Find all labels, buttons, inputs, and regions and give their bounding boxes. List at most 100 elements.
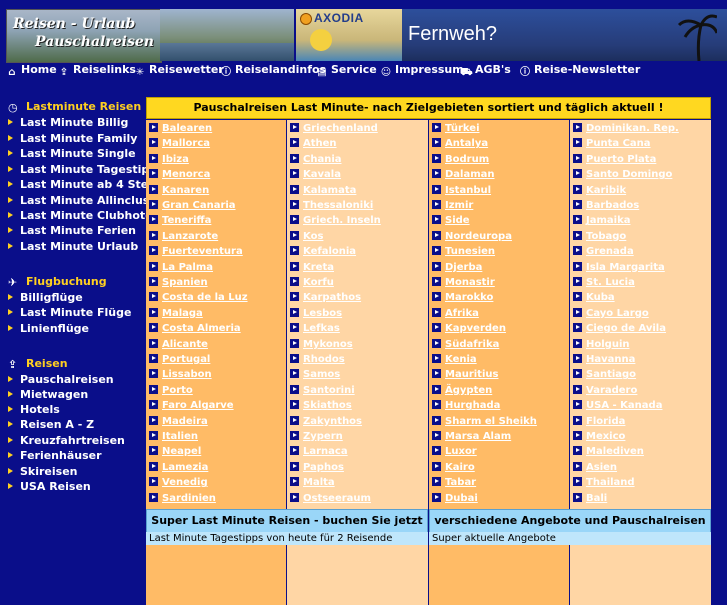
destination-link[interactable]: USA - Kanada xyxy=(573,400,662,411)
sidebar-section-reisen[interactable]: ⇪ Reisen xyxy=(8,357,68,371)
sidebar-item-last-minute-single[interactable]: Last Minute Single xyxy=(8,147,136,160)
aktuelle-angebote-text[interactable]: Super aktuelle Angebote xyxy=(429,532,711,545)
destination-link[interactable]: Rhodos xyxy=(290,354,345,365)
destination-link[interactable]: Gran Canaria xyxy=(149,200,236,211)
destination-link[interactable]: Kalamata xyxy=(290,184,356,196)
destination-link[interactable]: Tobago xyxy=(573,230,626,242)
destination-link[interactable]: Antalya xyxy=(432,138,488,149)
destination-link[interactable]: Tabar xyxy=(432,477,476,488)
destination-link[interactable]: Kreta xyxy=(290,261,334,273)
destination-link[interactable]: Kairo xyxy=(432,461,475,473)
destination-link[interactable]: Ägypten xyxy=(432,384,492,396)
destination-link[interactable]: Marokko xyxy=(432,292,493,303)
destination-link[interactable]: Zypern xyxy=(290,431,343,442)
destination-link[interactable]: Santorini xyxy=(290,384,355,396)
angebote-heading[interactable]: verschiedene Angebote und Pauschalreisen xyxy=(429,509,711,533)
sidebar-section-lastminute-reisen[interactable]: ◷ Lastminute Reisen xyxy=(8,100,141,114)
nav-service[interactable]: ▤ Service xyxy=(316,63,376,79)
nav-reiselandinfos[interactable]: ⓘ Reiselandinfos xyxy=(220,63,326,79)
destination-link[interactable]: Luxor xyxy=(432,446,477,457)
destination-link[interactable]: Lamezia xyxy=(149,461,208,473)
destination-link[interactable]: Jamaika xyxy=(573,215,630,226)
destination-link[interactable]: Chania xyxy=(290,153,342,165)
destination-link[interactable]: Thailand xyxy=(573,477,635,488)
destination-link[interactable]: Lissabon xyxy=(149,369,212,380)
sidebar-item-ferienh-user[interactable]: Ferienhäuser xyxy=(8,449,102,462)
destination-link[interactable]: Kos xyxy=(290,230,323,242)
destination-link[interactable]: Kenia xyxy=(432,354,477,365)
destination-link[interactable]: Varadero xyxy=(573,384,637,396)
site-logo[interactable]: Reisen - Urlaub Pauschalreisen xyxy=(6,9,162,63)
destination-link[interactable]: Paphos xyxy=(290,461,344,473)
destination-link[interactable]: Kuba xyxy=(573,292,615,303)
destination-link[interactable]: Türkei xyxy=(432,123,480,134)
nav-reise-newsletter[interactable]: ⓘ Reise-Newsletter xyxy=(519,63,640,79)
destination-link[interactable]: Cayo Largo xyxy=(573,307,649,319)
destination-link[interactable]: Lefkas xyxy=(290,323,340,334)
nav-reiselinks[interactable]: ⇪ Reiselinks xyxy=(58,63,136,79)
destination-link[interactable]: Lesbos xyxy=(290,307,342,319)
destination-link[interactable]: Dominikan. Rep. xyxy=(573,123,679,134)
destination-link[interactable]: Hurghada xyxy=(432,400,500,411)
sidebar-item-last-minute-billig[interactable]: Last Minute Billig xyxy=(8,116,128,129)
destination-link[interactable]: Costa de la Luz xyxy=(149,292,248,303)
sidebar-item-pauschalreisen[interactable]: Pauschalreisen xyxy=(8,373,114,386)
nav-home[interactable]: ⌂ Home xyxy=(6,63,56,79)
destination-link[interactable]: Kapverden xyxy=(432,323,506,334)
destination-link[interactable]: Athen xyxy=(290,138,337,149)
nav-reisewetter[interactable]: ✳ Reisewetter xyxy=(134,63,224,79)
destination-link[interactable]: Marsa Alam xyxy=(432,431,511,442)
sidebar-item-hotels[interactable]: Hotels xyxy=(8,403,60,416)
sidebar-item-last-minute-allinclusive[interactable]: Last Minute Allinclusive xyxy=(8,194,168,207)
destination-link[interactable]: Thessaloniki xyxy=(290,200,373,211)
destination-link[interactable]: Korfu xyxy=(290,277,334,288)
destination-link[interactable]: Mallorca xyxy=(149,138,210,149)
destination-link[interactable]: Balearen xyxy=(149,123,212,134)
destination-link[interactable]: Isla Margarita xyxy=(573,261,665,273)
sidebar-item-last-minute-family[interactable]: Last Minute Family xyxy=(8,132,137,145)
destination-link[interactable]: La Palma xyxy=(149,261,213,273)
sidebar-item-last-minute-tagestipps[interactable]: Last Minute Tagestipps xyxy=(8,163,164,176)
destination-link[interactable]: Malediven xyxy=(573,446,644,457)
destination-link[interactable]: Kefalonia xyxy=(290,246,356,257)
destination-link[interactable]: Santiago xyxy=(573,369,636,380)
destination-link[interactable]: Barbados xyxy=(573,200,639,211)
destination-link[interactable]: Larnaca xyxy=(290,446,348,457)
sidebar-item-last-minute-urlaub[interactable]: Last Minute Urlaub xyxy=(8,240,138,253)
destination-link[interactable]: Malaga xyxy=(149,307,203,319)
destination-link[interactable]: Menorca xyxy=(149,169,210,180)
destination-link[interactable]: Fuerteventura xyxy=(149,246,243,257)
sidebar-item-last-minute-ferien[interactable]: Last Minute Ferien xyxy=(8,224,136,237)
destination-link[interactable]: Asien xyxy=(573,461,617,473)
destination-link[interactable]: Karpathos xyxy=(290,292,361,303)
destination-link[interactable]: Madeira xyxy=(149,415,208,427)
sidebar-item-billigfl-ge[interactable]: Billigflüge xyxy=(8,291,83,304)
destination-link[interactable]: Sardinien xyxy=(149,492,216,504)
destination-link[interactable]: Holguin xyxy=(573,338,630,350)
destination-link[interactable]: Zakynthos xyxy=(290,415,362,427)
destination-link[interactable]: Sharm el Sheikh xyxy=(432,415,537,427)
destination-link[interactable]: Side xyxy=(432,215,470,226)
destination-link[interactable]: Teneriffa xyxy=(149,215,211,226)
destination-link[interactable]: Istanbul xyxy=(432,184,491,196)
destination-link[interactable]: Dubai xyxy=(432,492,478,504)
destination-link[interactable]: Skiathos xyxy=(290,400,352,411)
destination-link[interactable]: Monastir xyxy=(432,277,495,288)
destination-link[interactable]: Punta Cana xyxy=(573,138,651,149)
destination-link[interactable]: Venedig xyxy=(149,477,208,488)
destination-link[interactable]: Mykonos xyxy=(290,338,353,350)
destination-link[interactable]: Griech. Inseln xyxy=(290,215,381,226)
destination-link[interactable]: Griechenland xyxy=(290,123,378,134)
sidebar-item-last-minute-ab-4-sterne[interactable]: Last Minute ab 4 Sterne xyxy=(8,178,169,191)
destination-link[interactable]: Nordeuropa xyxy=(432,230,512,242)
destination-link[interactable]: Südafrika xyxy=(432,338,499,350)
destination-link[interactable]: Karibik xyxy=(573,184,626,196)
sidebar-item-linienfl-ge[interactable]: Linienflüge xyxy=(8,322,89,335)
super-last-minute-heading[interactable]: Super Last Minute Reisen - buchen Sie je… xyxy=(146,509,428,533)
destination-link[interactable]: Portugal xyxy=(149,354,210,365)
sidebar-section-flugbuchung[interactable]: ✈ Flugbuchung xyxy=(8,275,107,289)
destination-link[interactable]: Puerto Plata xyxy=(573,153,656,165)
sidebar-item-skireisen[interactable]: Skireisen xyxy=(8,465,78,478)
destination-link[interactable]: Neapel xyxy=(149,446,201,457)
destination-link[interactable]: Malta xyxy=(290,477,335,488)
